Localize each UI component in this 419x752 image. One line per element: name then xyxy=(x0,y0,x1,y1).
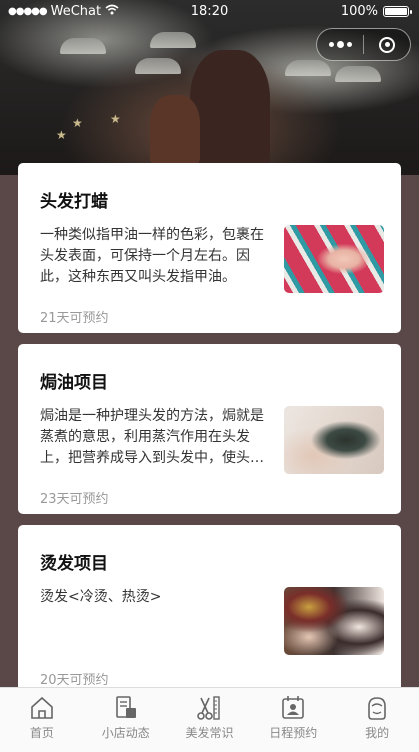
tab-label: 我的 xyxy=(365,726,390,740)
service-availability: 21天可预约 xyxy=(40,311,109,326)
tab-label: 首页 xyxy=(29,726,54,740)
shop-news-icon xyxy=(115,696,136,718)
tab-label: 日程预约 xyxy=(269,726,318,740)
home-icon xyxy=(31,696,53,719)
tab-home[interactable]: 首页 xyxy=(0,688,84,752)
tab-schedule[interactable]: 日程预约 xyxy=(251,688,335,752)
bottom-tab-bar: 首页 小店动态 美发常识 日程预约 我的 xyxy=(0,687,419,752)
battery-percent: 100% xyxy=(340,4,378,19)
service-availability: 20天可预约 xyxy=(40,673,109,688)
more-dots-icon[interactable] xyxy=(317,29,363,60)
service-availability: 23天可预约 xyxy=(40,492,109,507)
perm-photo xyxy=(284,587,384,655)
service-description: 一种类似指甲油一样的色彩，包裹在头发表面，可保持一个月左右。因此，这种东西又叫头… xyxy=(40,227,264,285)
tab-label: 美发常识 xyxy=(185,726,234,740)
hair-oil-photo xyxy=(284,406,384,474)
schedule-icon xyxy=(282,696,305,719)
battery-status: 100% xyxy=(340,4,412,19)
service-title: 焗油项目 xyxy=(40,373,108,393)
header-banner-image: ★ ★ ★ xyxy=(0,0,419,175)
tab-shop-news[interactable]: 小店动态 xyxy=(84,688,168,752)
tab-hair-tips[interactable]: 美发常识 xyxy=(168,688,252,752)
tab-label: 小店动态 xyxy=(101,726,150,740)
close-target-icon[interactable] xyxy=(364,29,410,60)
service-description: 烫发<冷烫、热烫> xyxy=(40,589,162,605)
hair-wax-photo xyxy=(284,225,384,293)
service-title: 头发打蜡 xyxy=(40,192,108,212)
scissors-comb-icon xyxy=(197,696,221,720)
service-title: 烫发项目 xyxy=(40,554,108,574)
profile-icon xyxy=(368,697,386,720)
tab-profile[interactable]: 我的 xyxy=(335,688,419,752)
mini-program-capsule xyxy=(316,28,411,61)
service-card[interactable]: 头发打蜡 一种类似指甲油一样的色彩，包裹在头发表面，可保持一个月左右。因此，这种… xyxy=(18,163,401,333)
service-card[interactable]: 焗油项目 焗油是一种护理头发的方法，焗就是蒸煮的意思，利用蒸汽作用在头发上，把营… xyxy=(18,344,401,514)
service-description: 焗油是一种护理头发的方法，焗就是蒸煮的意思，利用蒸汽作用在头发上，把营养成导入到… xyxy=(40,408,264,466)
battery-icon xyxy=(383,6,412,17)
status-bar: ●●●●● WeChat 18:20 100% xyxy=(0,0,419,24)
